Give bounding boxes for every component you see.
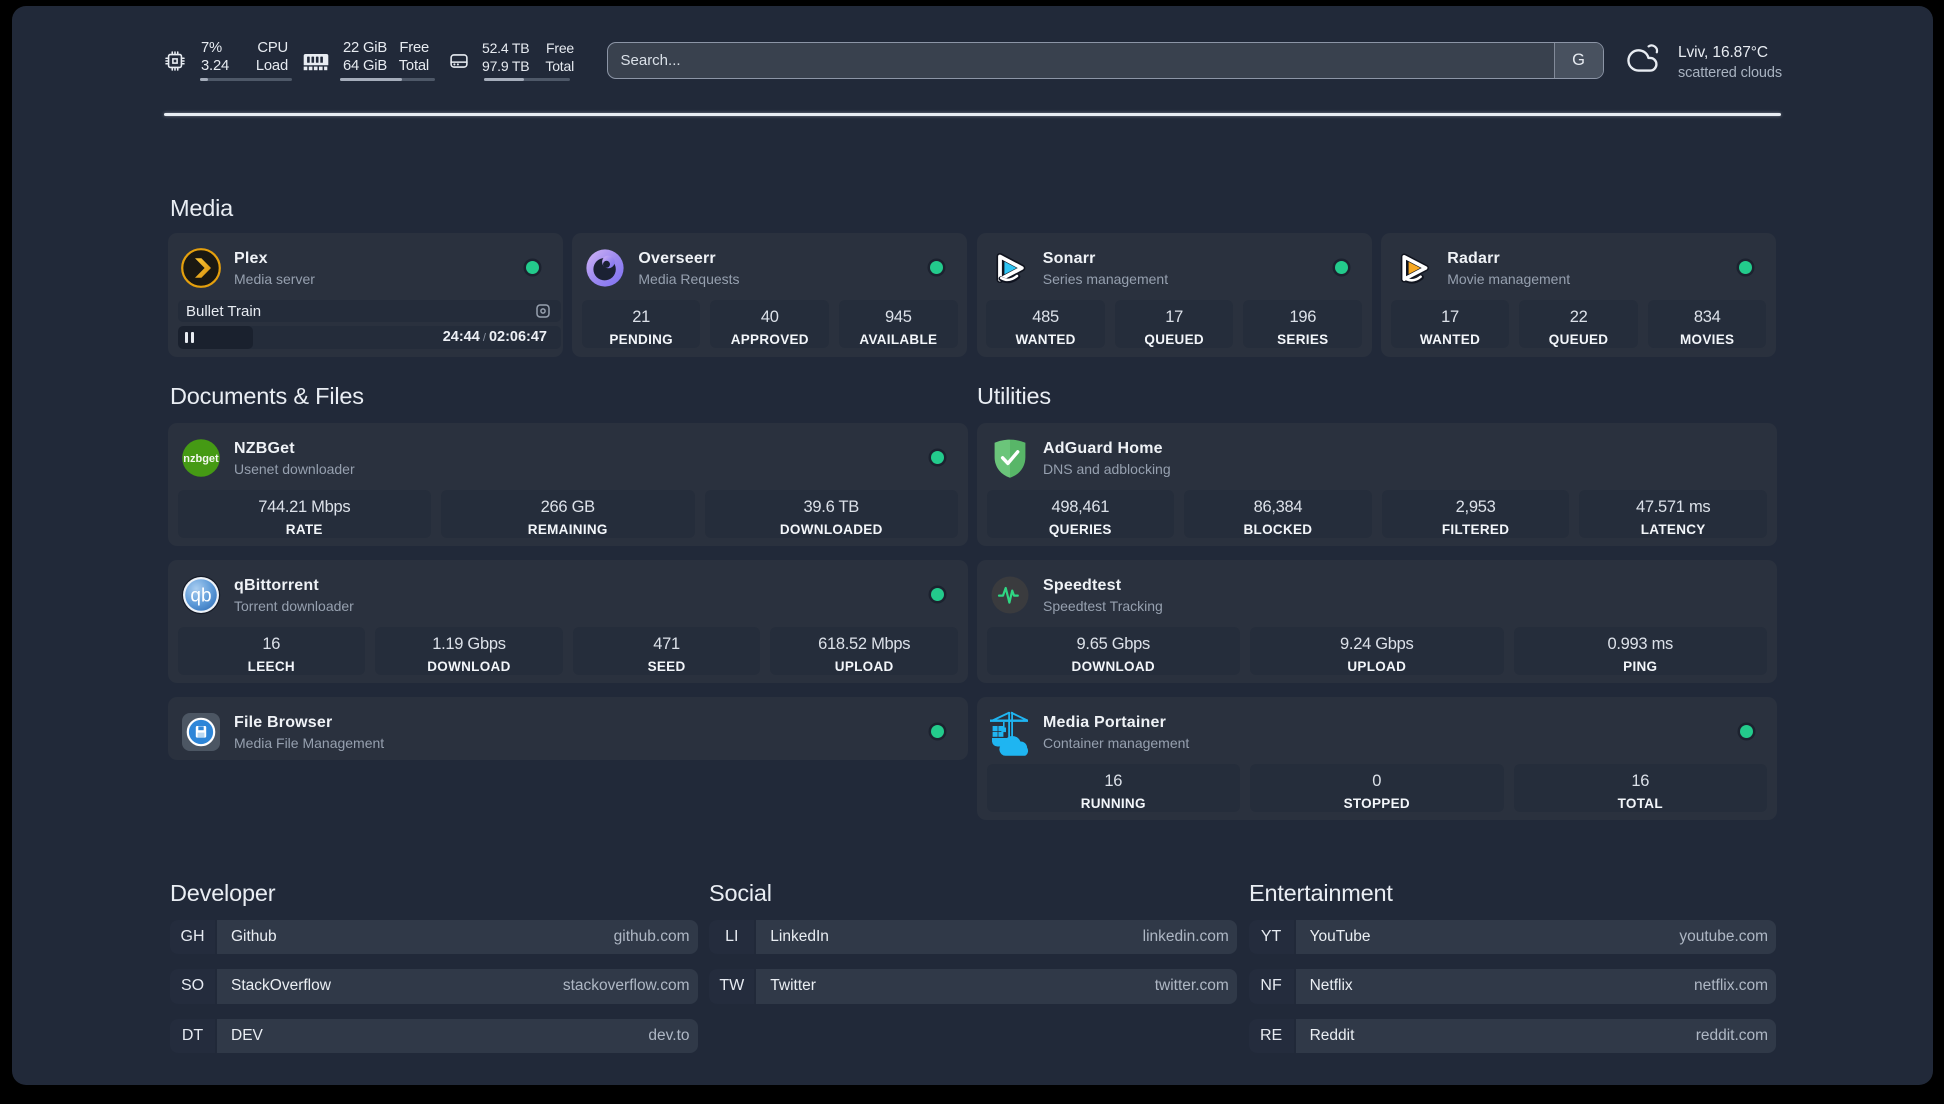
svg-text:qb: qb <box>190 586 211 607</box>
svg-text:nzbget: nzbget <box>183 453 219 465</box>
